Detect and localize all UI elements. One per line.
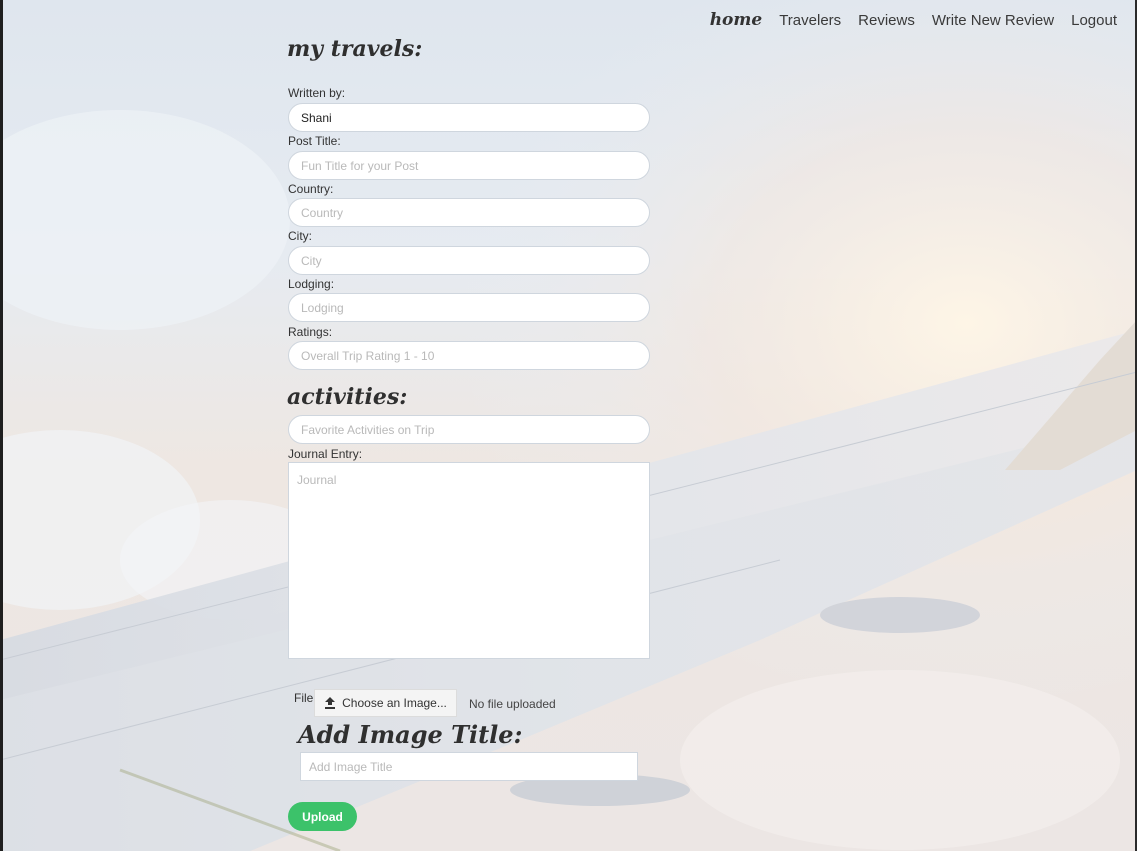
country-input[interactable]: [288, 198, 650, 227]
post-title-label: Post Title:: [288, 134, 341, 148]
image-title-input[interactable]: [300, 752, 638, 781]
nav-travelers-link[interactable]: Travelers: [779, 12, 841, 29]
post-title-input[interactable]: [288, 151, 650, 180]
lodging-label: Lodging:: [288, 277, 335, 291]
activities-input[interactable]: [288, 415, 650, 444]
ratings-input[interactable]: [288, 341, 650, 370]
choose-image-label: Choose an Image...: [342, 696, 447, 710]
country-label: Country:: [288, 182, 334, 196]
upload-button[interactable]: Upload: [288, 802, 357, 831]
ratings-label: Ratings:: [288, 325, 333, 339]
written-by-label: Written by:: [288, 86, 346, 100]
journal-textarea[interactable]: [288, 462, 650, 659]
add-image-title-heading: Add Image Title:: [298, 720, 523, 749]
lodging-input[interactable]: [288, 293, 650, 322]
page: home Travelers Reviews Write New Review …: [0, 0, 1137, 851]
file-status: No file uploaded: [469, 697, 556, 711]
written-by-input[interactable]: [288, 103, 650, 132]
top-nav: home Travelers Reviews Write New Review …: [710, 10, 1117, 30]
activities-heading: activities:: [287, 384, 408, 410]
city-label: City:: [288, 229, 312, 243]
upload-icon: [324, 697, 336, 709]
city-input[interactable]: [288, 246, 650, 275]
my-travels-heading: my travels:: [287, 36, 423, 62]
window-left-edge: [0, 0, 3, 851]
journal-entry-label: Journal Entry:: [288, 447, 363, 461]
nav-reviews-link[interactable]: Reviews: [858, 12, 915, 29]
nav-write-new-review-link[interactable]: Write New Review: [932, 12, 1054, 29]
nav-logout-link[interactable]: Logout: [1071, 12, 1117, 29]
choose-image-button[interactable]: Choose an Image...: [314, 689, 457, 717]
nav-home-link[interactable]: home: [710, 10, 763, 30]
